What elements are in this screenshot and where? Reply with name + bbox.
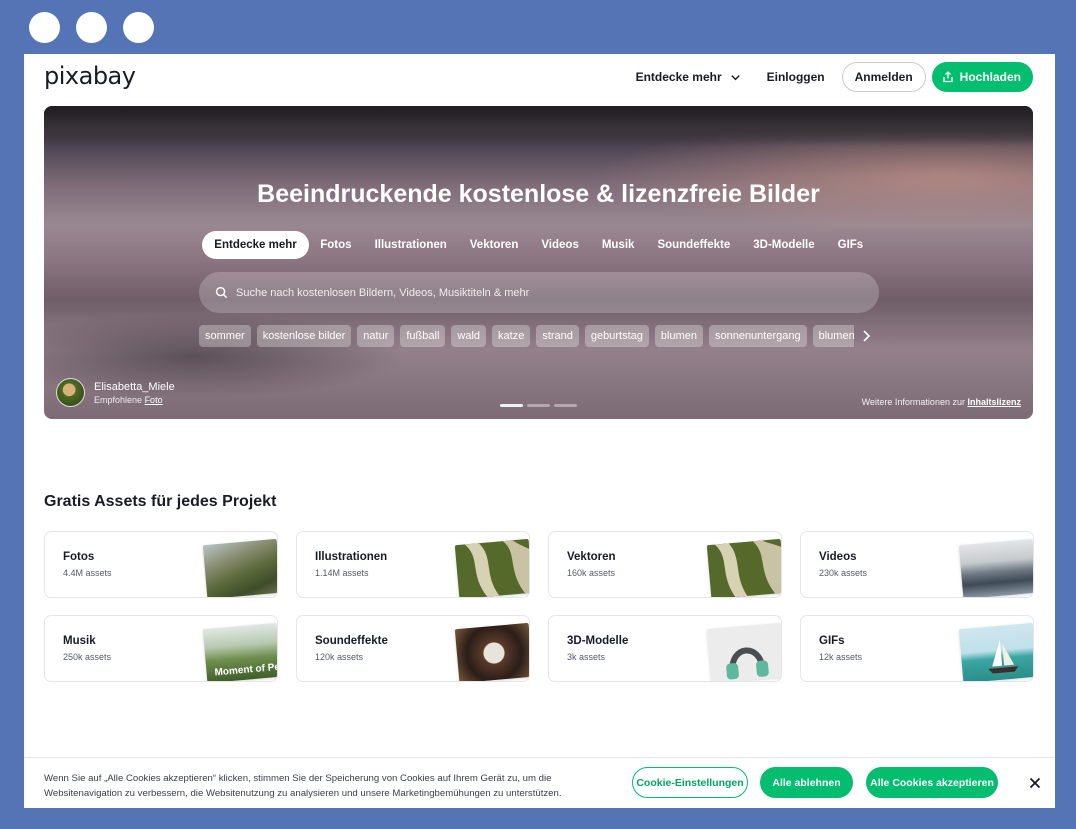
tab-photos[interactable]: Fotos — [309, 231, 363, 259]
asset-card-title: Vektoren — [567, 551, 616, 563]
tab-sound-effects[interactable]: Soundeffekte — [646, 231, 742, 259]
reject-all-button[interactable]: Alle ablehnen — [760, 767, 853, 798]
carousel-indicator — [500, 404, 577, 407]
explore-menu[interactable]: Entdecke mehr — [636, 70, 741, 84]
music-thumbnail-text: Moment of Pe — [214, 661, 278, 679]
license-link[interactable]: Inhaltslizenz — [967, 397, 1021, 407]
asset-card-count: 230k assets — [819, 568, 868, 578]
asset-card-title: GIFs — [819, 635, 845, 647]
chevron-down-icon — [730, 74, 740, 80]
asset-category-grid: Fotos 4.4M assets Illustrationen 1.14M a… — [44, 531, 1034, 682]
pixabay-logo[interactable]: pixabay — [44, 62, 136, 90]
search-bar[interactable] — [199, 272, 879, 313]
header-actions: Entdecke mehr Einloggen Anmelden Hochlad… — [636, 62, 1033, 92]
search-icon — [215, 286, 228, 299]
signup-button[interactable]: Anmelden — [841, 62, 926, 92]
cookie-settings-button[interactable]: Cookie-Einstellungen — [632, 767, 748, 798]
tab-illustrations[interactable]: Illustrationen — [363, 231, 458, 259]
illustration-thumbnail — [454, 538, 529, 597]
asset-card-count: 120k assets — [315, 652, 364, 662]
suggestion-chips: sommer kostenlose bilder natur fußball w… — [199, 325, 854, 349]
chip-geburtstag[interactable]: geburtstag — [584, 325, 649, 347]
chip-blumen[interactable]: blumen — [654, 325, 703, 347]
assets-section-title: Gratis Assets für jedes Projekt — [44, 493, 277, 510]
asset-card-title: Videos — [819, 551, 857, 563]
asset-card-3d-modelle[interactable]: 3D-Modelle 3k assets — [548, 615, 782, 682]
window-dot-1[interactable] — [29, 12, 60, 43]
chip-sonnenuntergang[interactable]: sonnenuntergang — [708, 325, 807, 347]
asset-card-fotos[interactable]: Fotos 4.4M assets — [44, 531, 278, 598]
featured-author: Elisabetta_Miele Empfohlene Foto — [56, 378, 175, 407]
avatar[interactable] — [56, 378, 85, 407]
asset-card-videos[interactable]: Videos 230k assets — [800, 531, 1034, 598]
upload-button[interactable]: Hochladen — [931, 62, 1033, 92]
asset-card-count: 4.4M assets — [63, 568, 112, 578]
window-controls — [29, 12, 154, 43]
tab-videos[interactable]: Videos — [530, 231, 591, 259]
tab-explore[interactable]: Entdecke mehr — [202, 231, 309, 259]
carousel-dot-2[interactable] — [527, 404, 550, 407]
license-prefix: Weitere Informationen zur — [861, 397, 965, 407]
chip-strand[interactable]: strand — [536, 325, 579, 347]
asset-card-illustrationen[interactable]: Illustrationen 1.14M assets — [296, 531, 530, 598]
tab-vectors[interactable]: Vektoren — [458, 231, 530, 259]
tab-gifs[interactable]: GIFs — [826, 231, 875, 259]
chip-fussball[interactable]: fußball — [400, 325, 446, 347]
asset-card-soundeffekte[interactable]: Soundeffekte 120k assets — [296, 615, 530, 682]
chip-natur[interactable]: natur — [357, 325, 395, 347]
asset-card-vektoren[interactable]: Vektoren 160k assets — [548, 531, 782, 598]
chip-katze[interactable]: katze — [492, 325, 531, 347]
gif-thumbnail — [958, 622, 1033, 681]
explore-label: Entdecke mehr — [635, 70, 722, 84]
asset-card-gifs[interactable]: GIFs 12k assets — [800, 615, 1034, 682]
asset-card-count: 250k assets — [63, 652, 112, 662]
window-dot-3[interactable] — [123, 12, 154, 43]
search-input[interactable] — [236, 286, 836, 299]
asset-card-title: Soundeffekte — [315, 635, 388, 647]
asset-card-count: 1.14M assets — [315, 568, 369, 578]
carousel-dot-1[interactable] — [500, 404, 523, 407]
asset-card-count: 160k assets — [567, 568, 616, 578]
asset-card-title: Illustrationen — [315, 551, 388, 563]
featured-photo-link[interactable]: Foto — [145, 395, 163, 405]
cookie-text: Wenn Sie auf „Alle Cookies akzeptieren“ … — [44, 773, 562, 799]
chevron-right-icon[interactable] — [859, 328, 873, 344]
author-caption-prefix: Empfohlene — [94, 394, 143, 405]
upload-label: Hochladen — [959, 70, 1021, 84]
music-thumbnail: Moment of Pe — [202, 622, 278, 681]
vector-thumbnail — [706, 538, 781, 597]
hero-background — [44, 106, 1033, 146]
chip-blumen-2[interactable]: blumen — [812, 325, 854, 347]
asset-card-title: Fotos — [63, 551, 95, 563]
asset-card-count: 12k assets — [819, 652, 863, 662]
accept-all-button[interactable]: Alle Cookies akzeptieren — [866, 767, 998, 798]
chip-sommer[interactable]: sommer — [199, 325, 251, 347]
cookie-banner: Wenn Sie auf „Alle Cookies akzeptieren“ … — [24, 757, 1055, 808]
tab-3d-models[interactable]: 3D-Modelle — [742, 231, 826, 259]
sound-effect-thumbnail — [454, 622, 529, 681]
tab-music[interactable]: Musik — [590, 231, 646, 259]
window-dot-2[interactable] — [76, 12, 107, 43]
asset-card-count: 3k assets — [567, 652, 606, 662]
chip-wald[interactable]: wald — [451, 325, 487, 347]
photo-thumbnail — [202, 538, 277, 597]
video-thumbnail — [958, 538, 1033, 597]
chip-kostenlose-bilder[interactable]: kostenlose bilder — [256, 325, 352, 347]
site-header: pixabay Entdecke mehr Einloggen Anmelden… — [24, 54, 1055, 100]
author-caption: Empfohlene Foto — [94, 395, 175, 405]
license-note: Weitere Informationen zur Inhaltslizenz — [862, 397, 1021, 407]
close-icon[interactable] — [1029, 777, 1041, 789]
media-type-tabs: Entdecke mehr Fotos Illustrationen Vekto… — [44, 231, 1033, 259]
carousel-dot-3[interactable] — [554, 404, 577, 407]
upload-icon — [943, 71, 953, 83]
hero-banner: Beeindruckende kostenlose & lizenzfreie … — [44, 106, 1033, 419]
browser-window: pixabay Entdecke mehr Einloggen Anmelden… — [24, 54, 1055, 808]
3d-model-thumbnail — [706, 622, 781, 681]
asset-card-title: Musik — [63, 635, 96, 647]
asset-card-title: 3D-Modelle — [567, 635, 629, 647]
asset-card-musik[interactable]: Musik 250k assets Moment of Pe — [44, 615, 278, 682]
author-name[interactable]: Elisabetta_Miele — [94, 381, 175, 393]
hero-title: Beeindruckende kostenlose & lizenzfreie … — [257, 180, 820, 208]
login-link[interactable]: Einloggen — [767, 70, 825, 84]
